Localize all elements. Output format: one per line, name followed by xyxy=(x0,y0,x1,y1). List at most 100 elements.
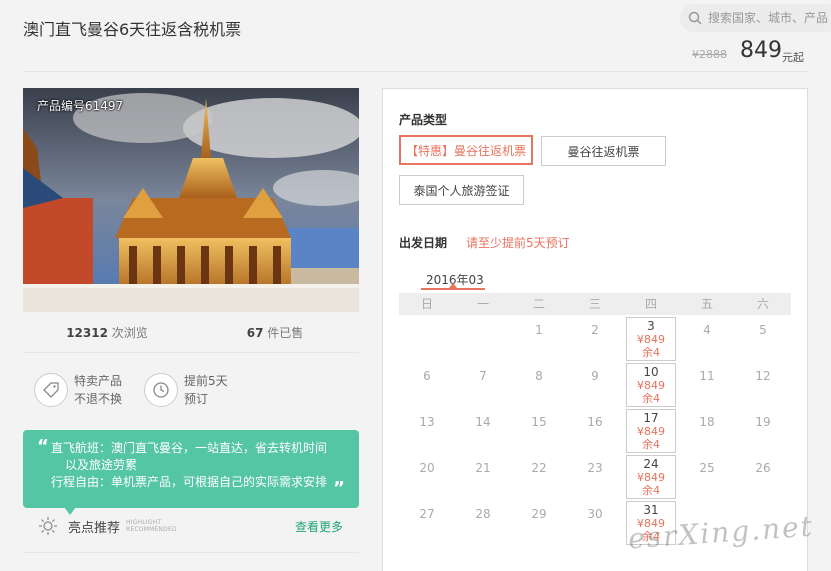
calendar-day: 23 xyxy=(587,461,603,475)
calendar-day: 6 xyxy=(423,369,431,383)
calendar-day: 2 xyxy=(591,323,599,337)
product-type-label: 产品类型 xyxy=(399,113,448,127)
calendar-day: 16 xyxy=(587,415,603,429)
weekday: 三 xyxy=(588,297,601,311)
calendar-day-available[interactable]: 10 ¥849 余4 xyxy=(623,361,679,407)
weekday: 二 xyxy=(532,297,545,311)
option-special-bangkok-roundtrip[interactable]: 【特惠】曼谷往返机票 xyxy=(399,135,533,165)
calendar-day-box[interactable]: 17 ¥849 余4 xyxy=(626,409,676,453)
price-unit: 元起 xyxy=(782,51,804,64)
highlight-text: 行程自由：单机票产品，可根据自己的实际需求安排 xyxy=(51,475,328,489)
calendar-day: 21 xyxy=(475,461,491,475)
highlights-title-en-line: HIGHLIGHT xyxy=(126,519,162,526)
day-number: 3 xyxy=(647,319,655,333)
highlight-text: 以及旅途劳累 xyxy=(65,458,138,472)
calendar-day-available[interactable]: 24 ¥849 余4 xyxy=(623,453,679,499)
calendar-day-box[interactable]: 10 ¥849 余4 xyxy=(626,363,676,407)
day-price: ¥849 xyxy=(637,425,665,438)
calendar-day: 5 xyxy=(759,323,767,337)
feature-line: 提前5天 xyxy=(184,374,228,388)
calendar-day-available[interactable]: 17 ¥849 余4 xyxy=(623,407,679,453)
option-bangkok-roundtrip[interactable]: 曼谷往返机票 xyxy=(541,136,666,166)
day-remaining: 余4 xyxy=(642,346,660,359)
calendar-day: 27 xyxy=(419,507,435,521)
calendar-day-box[interactable]: 3 ¥849 余4 xyxy=(626,317,676,361)
calendar-week: 13 14 15 16 17 ¥849 余4 18 19 xyxy=(399,407,791,453)
sold-count: 67 件已售 xyxy=(191,324,359,341)
booking-hint: 请至少提前5天预订 xyxy=(466,236,570,250)
clock-icon xyxy=(144,373,178,407)
day-remaining: 余4 xyxy=(642,392,660,405)
calendar-empty-cell xyxy=(455,315,511,361)
highlights-title-en: HIGHLIGHT RECOMMENDED xyxy=(126,519,177,533)
calendar-day: 8 xyxy=(535,369,543,383)
header-divider xyxy=(23,71,808,72)
calendar-empty-cell xyxy=(399,315,455,361)
view-count: 12312 次浏览 xyxy=(23,324,191,341)
view-count-label: 次浏览 xyxy=(111,326,148,340)
calendar-day: 30 xyxy=(587,507,603,521)
view-count-number: 12312 xyxy=(66,326,108,340)
option-thailand-visa[interactable]: 泰国个人旅游签证 xyxy=(399,175,524,205)
calendar-day: 11 xyxy=(699,369,715,383)
weekday: 五 xyxy=(700,297,713,311)
view-more-link[interactable]: 查看更多 xyxy=(295,518,343,535)
weekday: 一 xyxy=(476,297,489,311)
calendar-day: 12 xyxy=(755,369,771,383)
feature-advance-booking: 提前5天 预订 xyxy=(144,372,228,408)
weekday: 日 xyxy=(420,297,433,311)
calendar-day: 22 xyxy=(531,461,547,475)
section-divider xyxy=(23,552,359,553)
close-quote-icon: ” xyxy=(333,478,345,499)
calendar-day: 28 xyxy=(475,507,491,521)
calendar-day: 9 xyxy=(591,369,599,383)
open-quote-icon: “ xyxy=(37,436,49,457)
calendar-grid: 1 2 3 ¥849 余4 4 5 6 7 8 9 10 ¥849 余4 11 12 13 14 15 16 17 ¥84… xyxy=(399,315,791,545)
calendar-day: 1 xyxy=(535,323,543,337)
month-tab-underline xyxy=(421,288,485,290)
highlights-title-en-line: RECOMMENDED xyxy=(126,526,177,533)
calendar-day: 4 xyxy=(703,323,711,337)
day-number: 17 xyxy=(643,411,659,425)
day-number: 10 xyxy=(643,365,659,379)
calendar-day: 25 xyxy=(699,461,715,475)
day-price: ¥849 xyxy=(637,379,665,392)
calendar-day-box[interactable]: 24 ¥849 余4 xyxy=(626,455,676,499)
calendar-day: 20 xyxy=(419,461,435,475)
search-bar[interactable] xyxy=(680,4,831,32)
product-stats: 12312 次浏览 67 件已售 xyxy=(23,324,359,341)
calendar-day: 18 xyxy=(699,415,715,429)
day-number: 24 xyxy=(643,457,659,471)
tag-icon xyxy=(34,373,68,407)
feature-line: 不退不换 xyxy=(74,392,123,406)
search-icon xyxy=(688,11,702,25)
product-photo xyxy=(23,88,359,312)
calendar: 日 一 二 三 四 五 六 1 2 3 ¥849 余4 4 5 6 7 8 9 10 ¥849 余4 11 1… xyxy=(399,293,791,545)
calendar-day: 15 xyxy=(531,415,547,429)
calendar-day: 29 xyxy=(531,507,547,521)
departure-date-label: 出发日期 xyxy=(399,236,448,250)
original-price: ¥2888 xyxy=(692,48,727,61)
weekday: 六 xyxy=(756,297,769,311)
highlights-title: 亮点推荐 xyxy=(68,520,121,536)
calendar-day: 7 xyxy=(479,369,487,383)
feature-line: 特卖产品 xyxy=(74,374,123,388)
calendar-day-available[interactable]: 3 ¥849 余4 xyxy=(623,315,679,361)
stats-divider xyxy=(23,352,359,353)
day-remaining: 余4 xyxy=(642,438,660,451)
day-number: 31 xyxy=(643,503,659,517)
search-input[interactable] xyxy=(708,11,831,25)
day-remaining: 余4 xyxy=(642,484,660,497)
calendar-week: 1 2 3 ¥849 余4 4 5 xyxy=(399,315,791,361)
feature-special-sale: 特卖产品 不退不换 xyxy=(34,372,122,408)
highlights-pointer xyxy=(64,507,76,515)
calendar-week: 20 21 22 23 24 ¥849 余4 25 26 xyxy=(399,453,791,499)
weekday: 四 xyxy=(644,297,657,311)
highlights-header: 亮点推荐 HIGHLIGHT RECOMMENDED 查看更多 xyxy=(38,516,359,536)
product-number: 产品编号61497 xyxy=(37,99,124,113)
calendar-day: 19 xyxy=(755,415,771,429)
page-title: 澳门直飞曼谷6天往返含税机票 xyxy=(23,20,242,39)
calendar-day: 13 xyxy=(419,415,435,429)
booking-panel: 产品类型 【特惠】曼谷往返机票 曼谷往返机票 泰国个人旅游签证 出发日期 请至少… xyxy=(382,88,808,571)
current-price: 849 xyxy=(740,38,782,63)
